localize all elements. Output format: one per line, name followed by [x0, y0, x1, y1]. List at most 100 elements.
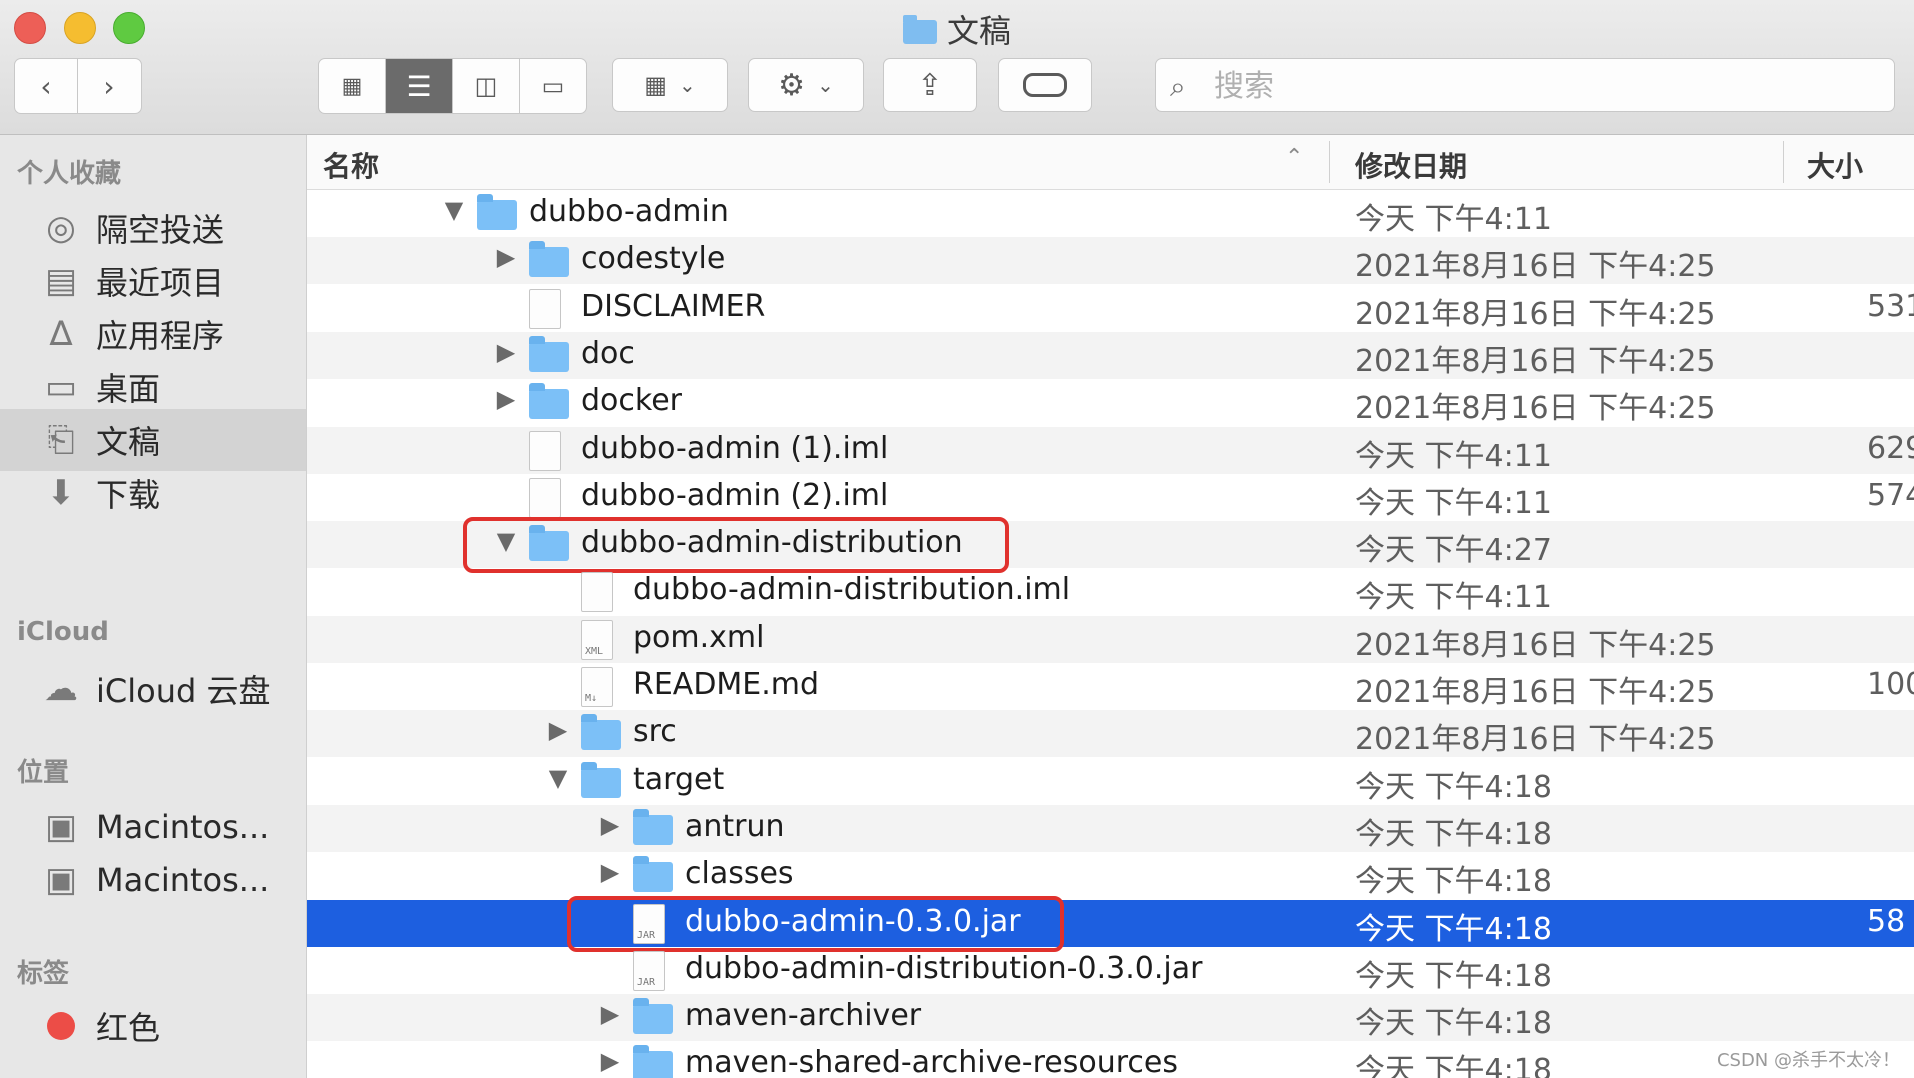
airdrop-icon: ◎ [46, 208, 76, 248]
sidebar-item-disk[interactable]: ▣ Macintos... [0, 849, 306, 911]
disclosure-expanded-icon[interactable]: ▼ [547, 764, 569, 792]
disclosure-expanded-icon[interactable]: ▼ [443, 196, 465, 224]
folder-row[interactable]: ▶ classes 今天 下午4:18 [307, 852, 1914, 899]
disclosure-collapsed-icon[interactable]: ▶ [599, 858, 621, 886]
applications-icon: ∆ [49, 314, 73, 354]
back-button[interactable]: ‹ [15, 59, 78, 113]
folder-row[interactable]: ▶ src 2021年8月16日 下午4:25 [307, 710, 1914, 757]
file-row[interactable]: dubbo-admin-distribution.iml 今天 下午4:11 [307, 568, 1914, 615]
file-name: dubbo-admin [529, 194, 729, 229]
action-button[interactable]: ⚙ ⌄ [748, 58, 864, 112]
folder-row[interactable]: ▶ maven-archiver 今天 下午4:18 [307, 994, 1914, 1041]
sidebar-item-icloud-drive[interactable]: ☁ iCloud 云盘 [0, 658, 306, 720]
file-modified-date: 今天 下午4:11 [1355, 486, 1552, 521]
file-modified-date: 今天 下午4:18 [1355, 817, 1552, 852]
file-modified-date: 2021年8月16日 下午4:25 [1355, 628, 1716, 663]
sidebar-item-downloads[interactable]: ⬇ 下载 [0, 462, 306, 524]
folder-row[interactable]: ▶ antrun 今天 下午4:18 [307, 805, 1914, 852]
document-icon [529, 431, 561, 471]
file-modified-date: 今天 下午4:18 [1355, 770, 1552, 805]
sidebar-section-locations: 位置 [17, 758, 70, 788]
folder-row[interactable]: ▶ doc 2021年8月16日 下午4:25 [307, 332, 1914, 379]
column-view-icon: ◫ [474, 72, 498, 100]
gallery-view-icon: ▭ [541, 72, 565, 100]
file-name: maven-archiver [685, 998, 922, 1033]
folder-row[interactable]: ▶ docker 2021年8月16日 下午4:25 [307, 379, 1914, 426]
group-button[interactable]: ▦ ⌄ [612, 58, 728, 112]
file-modified-date: 今天 下午4:11 [1355, 202, 1552, 237]
disclosure-collapsed-icon[interactable]: ▶ [495, 243, 517, 271]
file-modified-date: 今天 下午4:18 [1355, 864, 1552, 899]
file-modified-date: 2021年8月16日 下午4:25 [1355, 391, 1716, 426]
gallery-view-button[interactable]: ▭ [520, 59, 586, 113]
folder-row[interactable]: ▼ dubbo-admin 今天 下午4:11 [307, 190, 1914, 237]
chevron-left-icon: ‹ [40, 69, 52, 103]
folder-icon [529, 383, 569, 419]
list-view-icon: ☰ [406, 69, 432, 103]
folder-row[interactable]: ▶ maven-shared-archive-resources 今天 下午4:18 [307, 1041, 1914, 1078]
icon-view-button[interactable]: ▦ [319, 59, 386, 113]
red-tag-icon [38, 1003, 84, 1049]
sort-ascending-icon: ⌃ [1285, 145, 1304, 170]
disclosure-collapsed-icon[interactable]: ▶ [547, 716, 569, 744]
file-row[interactable]: DISCLAIMER 2021年8月16日 下午4:25 531 [307, 285, 1914, 332]
chevron-down-icon: ⌄ [678, 73, 696, 97]
tag-button[interactable] [998, 58, 1092, 112]
folder-icon [529, 241, 569, 277]
search-field[interactable]: ⌕ [1155, 58, 1895, 112]
jar-file-icon: JAR [633, 951, 665, 991]
file-modified-date: 今天 下午4:11 [1355, 439, 1552, 474]
documents-icon: ⎗ [47, 420, 75, 460]
disclosure-collapsed-icon[interactable]: ▶ [495, 338, 517, 366]
disclosure-collapsed-icon[interactable]: ▶ [599, 811, 621, 839]
file-row[interactable]: dubbo-admin (2).iml 今天 下午4:11 574 [307, 474, 1914, 521]
file-row[interactable]: JAR dubbo-admin-0.3.0.jar 今天 下午4:18 58 [307, 900, 1914, 947]
column-size-header[interactable]: 大小 [1807, 145, 1863, 185]
file-row[interactable]: M↓ README.md 2021年8月16日 下午4:25 100 [307, 663, 1914, 710]
file-name: docker [581, 383, 682, 418]
disclosure-collapsed-icon[interactable]: ▶ [599, 1000, 621, 1028]
file-name: dubbo-admin (2).iml [581, 478, 889, 513]
file-name: maven-shared-archive-resources [685, 1045, 1179, 1078]
file-name: src [633, 714, 677, 749]
list-view-button[interactable]: ☰ [386, 59, 453, 113]
folder-icon [902, 15, 937, 44]
sidebar-section-favorites: 个人收藏 [17, 159, 122, 189]
search-input[interactable] [1212, 65, 1876, 107]
markdown-file-icon: M↓ [581, 667, 613, 707]
forward-button[interactable]: › [78, 59, 140, 113]
file-modified-date: 2021年8月16日 下午4:25 [1355, 722, 1716, 757]
file-modified-date: 今天 下午4:27 [1355, 533, 1552, 568]
icon-view-icon: ▦ [341, 73, 363, 99]
file-row[interactable]: JAR dubbo-admin-distribution-0.3.0.jar 今天 … [307, 947, 1914, 994]
column-header: 名称 ⌃ 修改日期 大小 [307, 135, 1914, 190]
disclosure-collapsed-icon[interactable]: ▶ [599, 1047, 621, 1075]
navigation-buttons: ‹ › [14, 58, 142, 114]
folder-row[interactable]: ▼ target 今天 下午4:18 [307, 758, 1914, 805]
folder-row[interactable]: ▶ codestyle 2021年8月16日 下午4:25 [307, 237, 1914, 284]
cloud-icon: ☁ [44, 669, 78, 709]
file-name: pom.xml [633, 620, 765, 655]
disclosure-collapsed-icon[interactable]: ▶ [495, 385, 517, 413]
file-modified-date: 今天 下午4:18 [1355, 1006, 1552, 1041]
gear-icon: ⚙ [778, 67, 806, 103]
file-modified-date: 2021年8月16日 下午4:25 [1355, 675, 1716, 710]
sidebar-item-tag-red[interactable]: 红色 [0, 995, 306, 1057]
column-modified-header[interactable]: 修改日期 [1355, 145, 1467, 185]
share-button[interactable]: ⇪ [883, 58, 977, 112]
window-toolbar: 文稿 ‹ › ▦ ☰ ◫ ▭ ▦ ⌄ ⚙ ⌄ ⇪ ⌕ [0, 0, 1914, 135]
file-row[interactable]: dubbo-admin (1).iml 今天 下午4:11 629 [307, 427, 1914, 474]
disk-icon: ▣ [44, 807, 78, 847]
file-name: antrun [685, 809, 785, 844]
red-highlight-box [463, 517, 1009, 573]
column-name-header[interactable]: 名称 [323, 145, 379, 185]
chevron-down-icon: ⌄ [817, 73, 834, 97]
file-modified-date: 2021年8月16日 下午4:25 [1355, 344, 1716, 379]
file-name: DISCLAIMER [581, 289, 766, 324]
folder-icon [633, 1045, 673, 1078]
file-name: codestyle [581, 241, 726, 276]
column-view-button[interactable]: ◫ [453, 59, 520, 113]
file-row[interactable]: XML pom.xml 2021年8月16日 下午4:25 [307, 616, 1914, 663]
file-name: dubbo-admin-distribution.iml [633, 572, 1071, 607]
sidebar: 个人收藏 ◎ 隔空投送 ▤ 最近项目 ∆ 应用程序 ▭ 桌面 ⎗ 文稿 ⬇ 下载… [0, 135, 307, 1078]
